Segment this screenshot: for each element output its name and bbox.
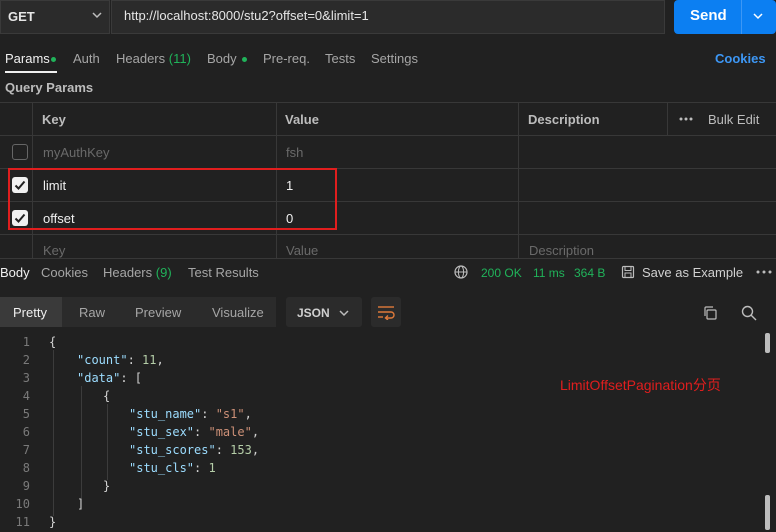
params-dot	[51, 57, 56, 62]
line-number: 6	[22, 425, 30, 439]
col-key-header: Key	[42, 112, 66, 127]
line-number: 9	[22, 479, 30, 493]
json-key: "count"	[77, 353, 128, 367]
url-text: http://localhost:8000/stu2?offset=0&limi…	[124, 8, 369, 23]
body-dot	[242, 57, 247, 62]
param-value[interactable]: fsh	[286, 145, 303, 160]
json-value: "male"	[208, 425, 252, 439]
pretty-label: Pretty	[13, 305, 47, 320]
chevron-down-icon[interactable]	[751, 9, 765, 23]
response-size[interactable]: 364 B	[574, 266, 605, 280]
search-icon[interactable]	[741, 305, 757, 321]
param-key[interactable]: myAuthKey	[43, 145, 109, 160]
new-key-input[interactable]: Key	[43, 243, 65, 258]
new-value-input[interactable]: Value	[286, 243, 318, 258]
table-border	[518, 102, 519, 259]
tab-response-cookies[interactable]: Cookies	[41, 265, 88, 280]
json-brace-close: }	[103, 479, 111, 493]
line-number: 8	[22, 461, 30, 475]
tab-headers-count: (11)	[168, 51, 191, 66]
tab-auth[interactable]: Auth	[73, 51, 100, 66]
line-number: 2	[22, 353, 30, 367]
scrollbar-thumb[interactable]	[765, 495, 770, 530]
json-line-stu-sex: "stu_sex": "male",	[129, 425, 260, 439]
param-checkbox[interactable]	[12, 144, 28, 160]
line-number: 5	[22, 407, 30, 421]
json-line-stu-scores: "stu_scores": 153,	[129, 443, 260, 457]
json-line-stu-cls: "stu_cls": 1	[129, 461, 216, 475]
query-params-title: Query Params	[5, 80, 94, 95]
tab-prereq[interactable]: Pre-req.	[263, 51, 310, 66]
line-number: 1	[22, 335, 30, 349]
line-number: 7	[22, 443, 30, 457]
more-icon[interactable]	[755, 267, 773, 277]
tab-test-results[interactable]: Test Results	[188, 265, 259, 280]
tab-settings[interactable]: Settings	[371, 51, 418, 66]
tab-response-body[interactable]: Body	[0, 265, 30, 280]
chevron-down-icon	[92, 12, 102, 19]
line-number: 4	[22, 389, 30, 403]
table-border	[667, 102, 668, 135]
tab-headers[interactable]: Headers (11)	[116, 51, 191, 66]
table-border	[0, 102, 776, 103]
tab-response-headers-count: (9)	[155, 265, 172, 280]
json-key: "stu_scores"	[129, 443, 216, 457]
globe-icon[interactable]	[454, 265, 468, 279]
tab-tests[interactable]: Tests	[325, 51, 355, 66]
format-label: JSON	[297, 306, 330, 320]
more-icon[interactable]	[678, 113, 694, 125]
col-description-header: Description	[528, 112, 600, 127]
json-line-stu-name: "stu_name": "s1",	[129, 407, 252, 421]
indent-guide	[53, 350, 54, 516]
scrollbar-thumb[interactable]	[765, 333, 770, 353]
response-time[interactable]: 11 ms	[533, 266, 565, 280]
line-number: 3	[22, 371, 30, 385]
table-border	[0, 234, 776, 235]
save-as-example-button[interactable]: Save as Example	[642, 265, 743, 280]
raw-button[interactable]: Raw	[79, 305, 105, 320]
preview-button[interactable]: Preview	[135, 305, 181, 320]
method-label: GET	[8, 9, 35, 24]
chevron-down-icon	[339, 310, 349, 317]
line-number: 11	[15, 515, 30, 529]
col-value-header: Value	[285, 112, 319, 127]
json-key: "stu_cls"	[129, 461, 195, 475]
json-line-data: "data": [	[77, 371, 143, 385]
response-divider	[0, 258, 776, 259]
json-bracket-close: ]	[77, 497, 85, 511]
visualize-button[interactable]: Visualize	[212, 305, 264, 320]
tab-underline	[5, 71, 57, 73]
new-description-input[interactable]: Description	[529, 243, 594, 258]
json-brace-open: {	[103, 389, 111, 403]
json-value: 11	[142, 353, 157, 367]
copy-icon[interactable]	[702, 305, 718, 321]
tab-response-headers[interactable]: Headers (9)	[103, 265, 172, 280]
indent-guide	[81, 386, 82, 498]
save-icon[interactable]	[621, 265, 635, 279]
wrap-lines-icon	[378, 306, 395, 320]
tab-body[interactable]: Body	[207, 51, 237, 66]
json-value: 1	[208, 461, 216, 475]
json-brace-open: {	[49, 335, 57, 349]
cookies-link[interactable]: Cookies	[715, 51, 766, 66]
json-key: "stu_sex"	[129, 425, 195, 439]
json-line-count: "count": 11,	[77, 353, 164, 367]
tab-params[interactable]: Params	[5, 51, 50, 66]
json-key: "stu_name"	[129, 407, 202, 421]
line-number: 10	[15, 497, 30, 511]
json-brace-close: }	[49, 515, 57, 529]
table-border	[0, 135, 776, 136]
send-label: Send	[690, 7, 727, 24]
tab-response-headers-label: Headers	[103, 265, 153, 280]
indent-guide	[107, 404, 108, 480]
send-divider	[741, 0, 742, 34]
json-value: 153	[230, 443, 252, 457]
json-key: "data"	[77, 371, 121, 385]
json-value: "s1"	[215, 407, 245, 421]
tab-headers-label: Headers	[116, 51, 166, 66]
bulk-edit-button[interactable]: Bulk Edit	[708, 112, 759, 127]
status-code[interactable]: 200 OK	[481, 266, 522, 280]
highlight-box	[8, 168, 337, 230]
pagination-annotation: LimitOffsetPagination分页	[560, 377, 721, 393]
